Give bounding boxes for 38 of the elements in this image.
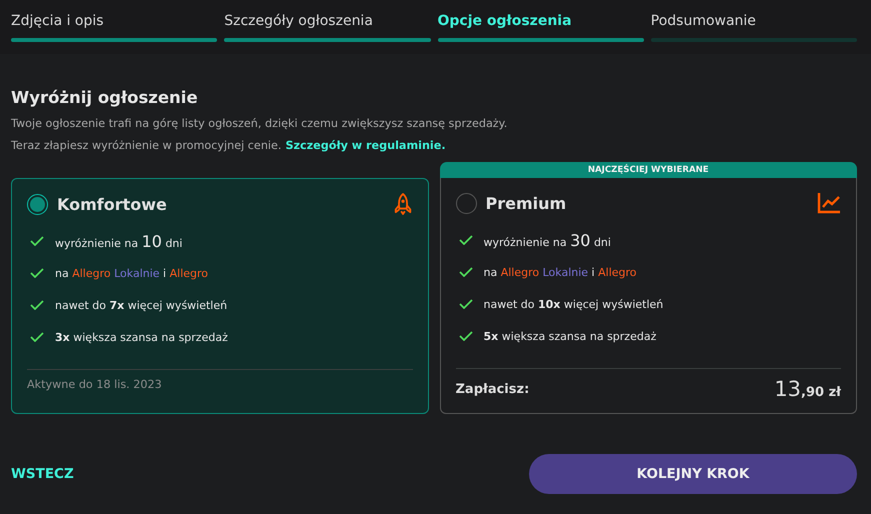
section-title: Wyróżnij ogłoszenie	[11, 88, 199, 107]
active-until-text: Aktywne do 18 lis. 2023	[27, 378, 163, 391]
feature-text: na Allegro Lokalnie i Allegro	[55, 266, 208, 280]
check-icon	[458, 299, 472, 309]
rocket-icon	[392, 193, 412, 215]
description-text: Twoje ogłoszenie trafi na górę listy ogłoszeń, dzięki czemu zwiększysz szansę sprzedaży.	[11, 116, 508, 132]
check-icon	[458, 331, 472, 341]
check-icon	[30, 268, 44, 278]
step-tab[interactable]: Opcje ogłoszenia	[438, 13, 644, 54]
check-icon	[30, 236, 44, 246]
radio-button[interactable]	[456, 192, 476, 214]
feature-text: 3x większa szansa na sprzedaż	[55, 330, 228, 344]
feature-text: nawet do 10x więcej wyświetleń	[484, 298, 664, 310]
radio-button[interactable]	[27, 194, 48, 214]
popular-badge: NAJCZĘŚCIEJ WYBIERANE	[440, 162, 857, 178]
check-icon	[30, 300, 44, 310]
check-icon	[30, 332, 44, 342]
step-tab[interactable]: Podsumowanie	[650, 13, 857, 54]
next-step-button[interactable]: KOLEJNY KROK	[529, 454, 857, 494]
back-button[interactable]: WSTECZ	[11, 466, 74, 482]
price-text: 13,90 zł	[774, 377, 841, 401]
plan-card[interactable]: Komfortowe wyróżnienie na 10 dni na Allegro Lokalnie i Allegro nawet do 7x więcej wyświetleń 3x większa szansa na sprzedaż Aktywne do 18 lis. 2023	[11, 178, 428, 414]
plan-name: Komfortowe	[57, 194, 168, 214]
feature-text: 5x większa szansa na sprzedaż	[484, 330, 656, 342]
description-text: Teraz złapiesz wyróżnienie w promocyjnej cenie.	[11, 138, 282, 154]
chart-icon	[817, 192, 841, 214]
plan-card[interactable]: Premium wyróżnienie na 30 dni na Allegro Lokalnie i Allegro nawet do 10x więcej wyświetleń 5x większa szansa na sprzedaż Zapłacisz: 13,90 zł	[440, 178, 857, 414]
feature-text: nawet do 7x więcej wyświetleń	[55, 298, 228, 312]
feature-text: wyróżnienie na 30 dni	[484, 230, 611, 250]
step-tab[interactable]: Zdjęcia i opis	[11, 13, 218, 54]
rules-link[interactable]: Szczegóły w regulaminie.	[285, 139, 446, 152]
feature-text: wyróżnienie na 10 dni	[55, 232, 182, 250]
step-tab[interactable]: Szczegóły ogłoszenia	[224, 13, 430, 54]
check-icon	[458, 267, 472, 277]
check-icon	[458, 235, 472, 245]
pay-label: Zapłacisz:	[456, 382, 530, 396]
feature-text: na Allegro Lokalnie i Allegro	[484, 266, 637, 278]
plan-name: Premium	[486, 194, 568, 212]
